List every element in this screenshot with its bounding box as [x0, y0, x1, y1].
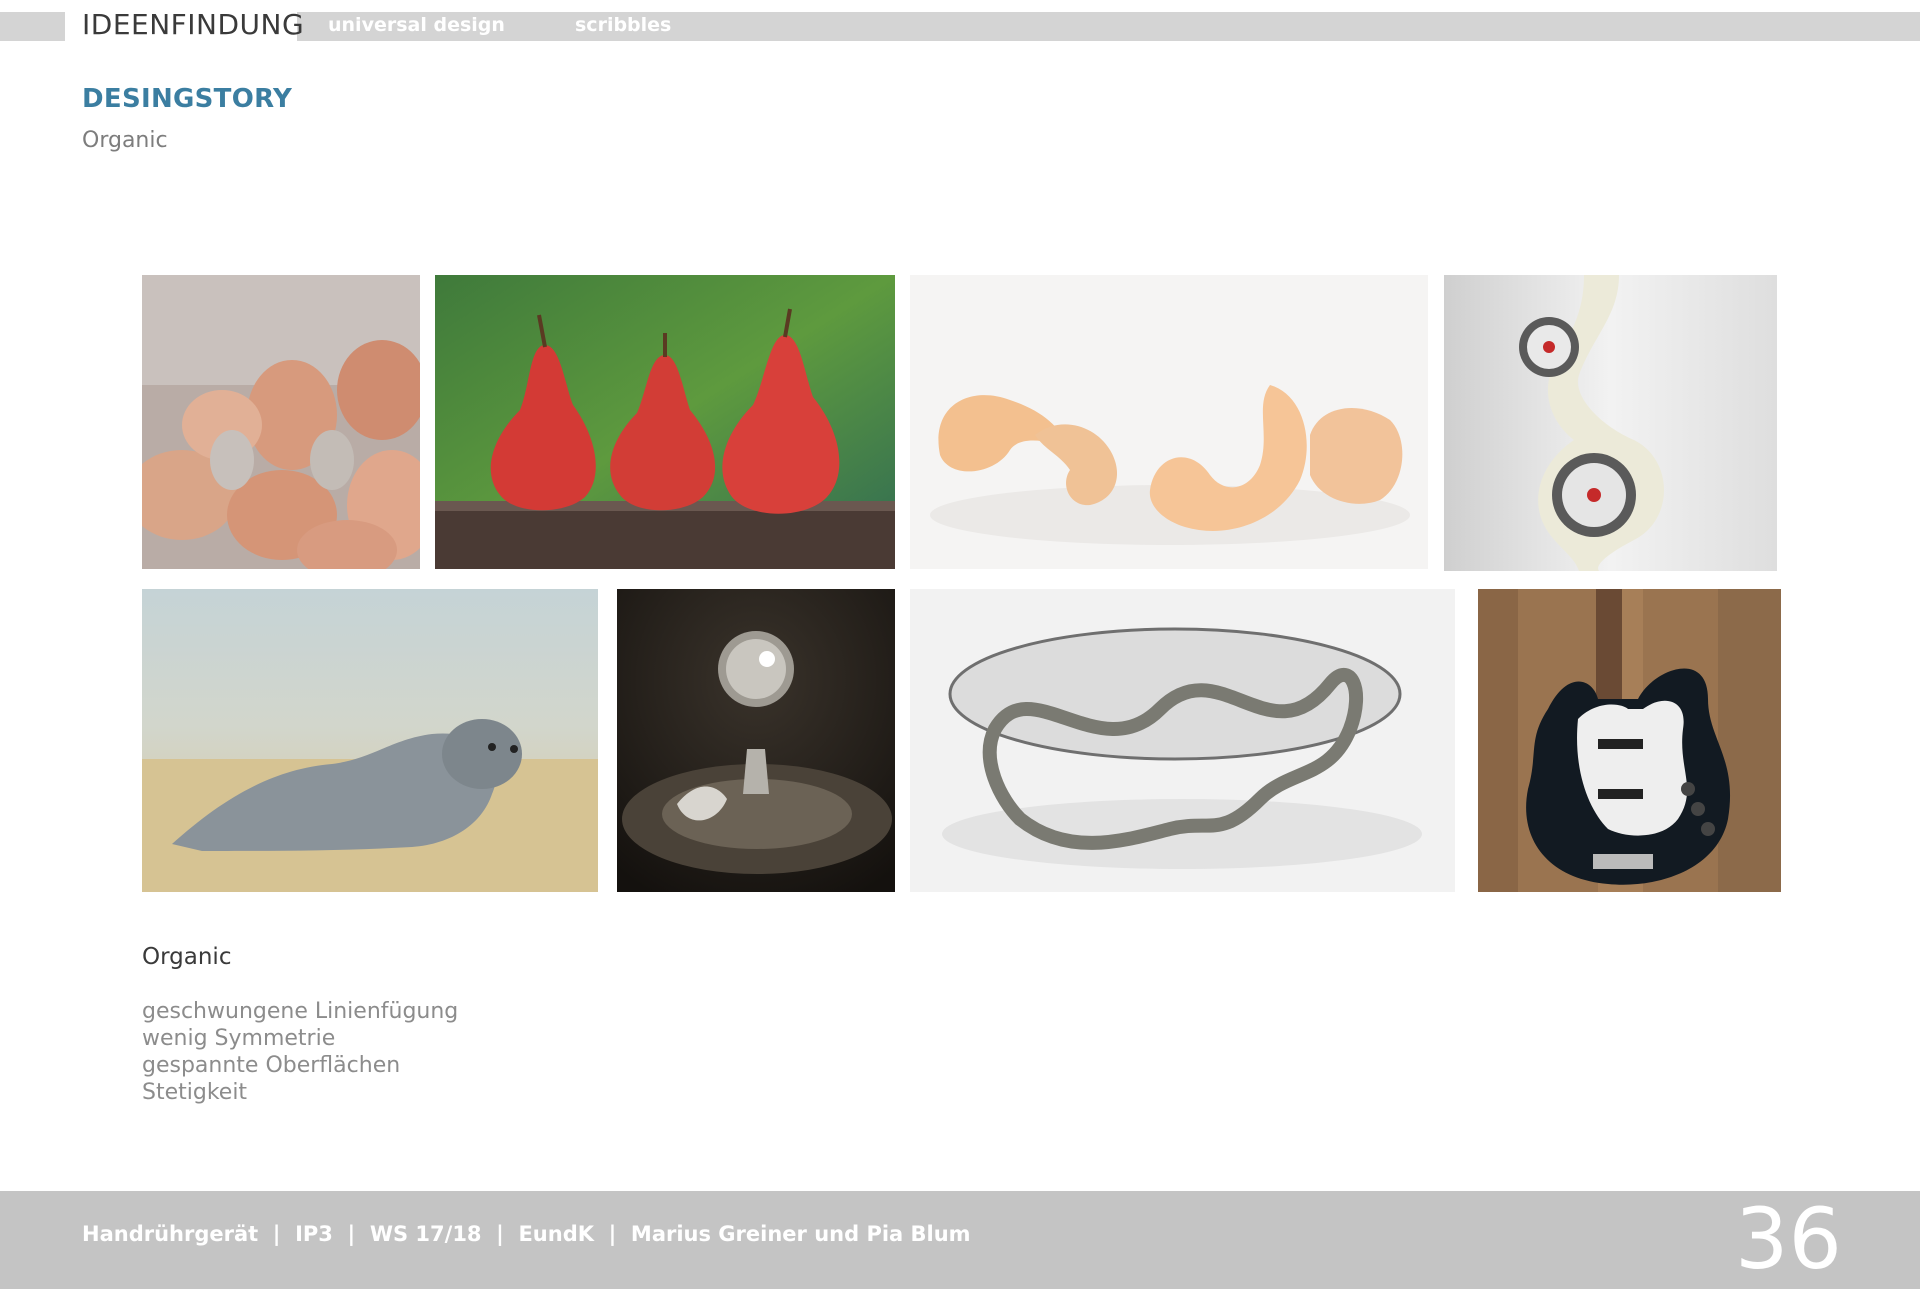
list-item: gespannte Oberflächen: [142, 1053, 401, 1078]
speaker-photo: [1444, 275, 1777, 571]
section-label: IDEENFINDUNG: [82, 8, 305, 41]
description-heading: Organic: [142, 944, 232, 970]
page-title: DESINGSTORY: [82, 84, 293, 114]
list-item: Stetigkeit: [142, 1080, 248, 1105]
footer-credits: Handrührgerät | IP3 | WS 17/18 | EundK |…: [82, 1222, 971, 1246]
water-drop-photo: [617, 589, 895, 892]
tab-universal-design[interactable]: universal design: [328, 14, 505, 36]
list-item: wenig Symmetrie: [142, 1026, 336, 1051]
bass-guitar-photo: [1478, 589, 1781, 892]
header-bar-left: [0, 12, 65, 41]
glass-table-photo: [910, 589, 1455, 892]
page-subtitle: Organic: [82, 128, 168, 153]
eggs-photo: [142, 275, 420, 569]
list-item: geschwungene Linienfügung: [142, 999, 459, 1024]
page-number: 36: [1735, 1190, 1842, 1288]
cashews-photo: [910, 275, 1428, 569]
seal-photo: [142, 589, 598, 892]
pears-photo: [435, 275, 895, 569]
characteristics-list: geschwungene Linienfügung wenig Symmetri…: [142, 998, 458, 1106]
tab-scribbles[interactable]: scribbles: [575, 14, 671, 36]
header-bar: [297, 12, 1920, 41]
